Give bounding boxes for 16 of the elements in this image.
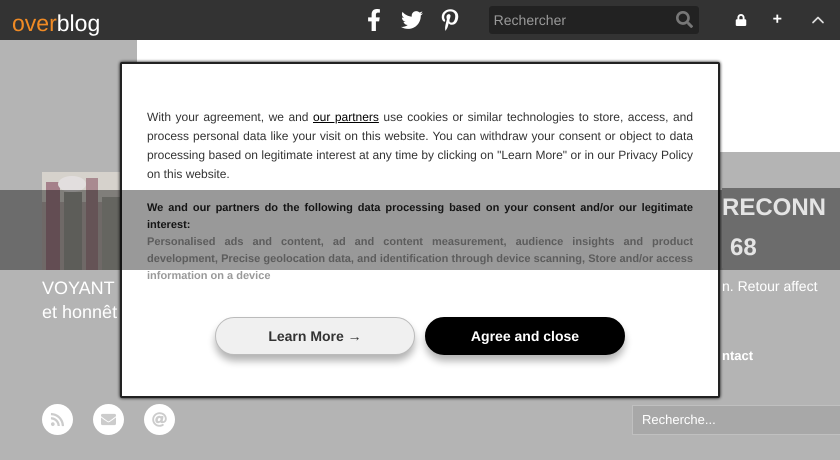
lock-icon[interactable] bbox=[734, 14, 747, 26]
learn-more-button[interactable]: Learn More → bbox=[215, 317, 415, 355]
footer-search-field[interactable]: Recherche... bbox=[632, 404, 840, 434]
consent-text: With your agreement, we and our partners use cookies or similar technologies to store, access, and process personal data like your visit on this website. You can withdraw your consent or object to data processing based on legitimate interest at any time by clicking on "Learn More" or in our Privacy Policy on this website. bbox=[147, 109, 693, 183]
post-title: et honnêt bbox=[42, 301, 118, 324]
agree-button[interactable]: Agree and close bbox=[425, 317, 625, 355]
purposes-title: We and our partners do the following data processing based on your consent and/or our legitimate interest: bbox=[147, 201, 693, 233]
post-title: VOYANT bbox=[42, 277, 116, 300]
search-field[interactable]: Rechercher bbox=[488, 6, 699, 34]
logo[interactable]: overblog bbox=[12, 10, 100, 36]
search-icon[interactable] bbox=[676, 11, 693, 28]
add-button[interactable]: + bbox=[772, 11, 782, 29]
partners-link[interactable]: our partners bbox=[313, 110, 379, 124]
description-text: n. Retour affect bbox=[722, 278, 818, 294]
purposes-text: Personalised ads and content, ad and content measurement, audience insights and product development, Precise geolocation data, and identification through device scanning, Store and/or access information on a device bbox=[147, 235, 693, 284]
twitter-icon[interactable] bbox=[400, 9, 423, 31]
